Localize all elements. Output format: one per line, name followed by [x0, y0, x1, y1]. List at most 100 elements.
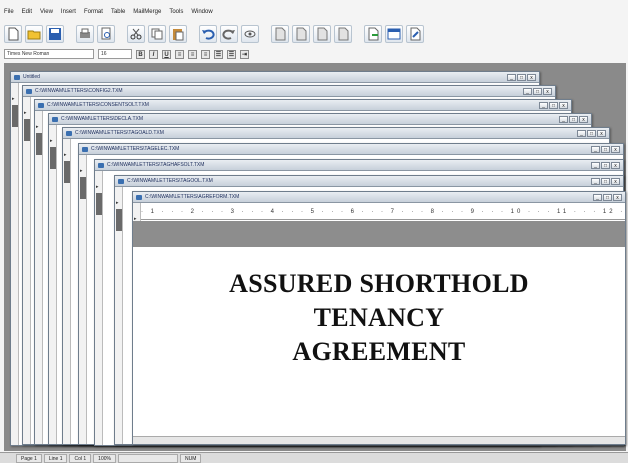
close-icon[interactable]: x — [543, 88, 552, 95]
document-heading-line-3: AGREEMENT — [292, 337, 466, 366]
minimize-icon[interactable]: _ — [559, 116, 568, 123]
window-title-bar[interactable]: C:\WINWAM\LETTERS\CONFIG2.TXM _ □ x — [23, 86, 555, 97]
menu-mailmerge[interactable]: MailMerge — [133, 6, 161, 18]
maximize-icon[interactable]: □ — [569, 116, 578, 123]
active-document-window[interactable]: C:\WINWAM\LETTERS\AGREFORM.TXM _ □ x ▸ · 1… — [132, 191, 626, 445]
minimize-icon[interactable]: _ — [591, 178, 600, 185]
bold-button[interactable]: B — [136, 49, 145, 59]
window-title-bar[interactable]: C:\WINWAM\LETTERS\TAGHAFSOLT.TXM _ □ x — [95, 160, 623, 171]
document-icon — [26, 89, 32, 94]
print-preview-icon[interactable] — [97, 25, 115, 43]
minimize-icon[interactable]: _ — [591, 162, 600, 169]
window-title: Untitled — [23, 74, 40, 80]
formatting-toolbar: Times New Roman 16 B I U ≡ ≡ ≡ ☰ ☰ ⇥ — [4, 47, 249, 61]
window-title-bar[interactable]: C:\WINWAM\LETTERS\CONSENTSOLT.TXM _ □ x — [35, 100, 571, 111]
save-icon[interactable] — [46, 25, 64, 43]
maximize-icon[interactable]: □ — [603, 194, 612, 201]
maximize-icon[interactable]: □ — [601, 178, 610, 185]
close-icon[interactable]: x — [559, 102, 568, 109]
document-heading-line-2: TENANCY — [313, 303, 445, 332]
window-title-bar[interactable]: C:\WINWAM\LETTERS\DECLA.TXM _ □ x — [49, 114, 591, 125]
window-title: C:\WINWAM\LETTERS\TAGHAFSOLT.TXM — [107, 162, 205, 168]
underline-button[interactable]: U — [162, 49, 171, 59]
menu-edit[interactable]: Edit — [22, 6, 32, 18]
maximize-icon[interactable]: □ — [549, 102, 558, 109]
window-title-bar[interactable]: C:\WINWAM\LETTERS\TAGOALD.TXM _ □ x — [63, 128, 609, 139]
close-icon[interactable]: x — [611, 178, 620, 185]
italic-button[interactable]: I — [149, 49, 158, 59]
redo-icon[interactable] — [220, 25, 238, 43]
menu-format[interactable]: Format — [84, 6, 103, 18]
print-icon[interactable] — [76, 25, 94, 43]
minimize-icon[interactable]: _ — [523, 88, 532, 95]
maximize-icon[interactable]: □ — [587, 130, 596, 137]
cut-icon[interactable] — [127, 25, 145, 43]
close-icon[interactable]: x — [597, 130, 606, 137]
align-right-icon[interactable]: ≡ — [201, 49, 210, 59]
document-page[interactable]: ASSURED SHORTHOLD TENANCY AGREEMENT — [133, 247, 625, 436]
word-processor-app: File Edit View Insert Format Table MailM… — [0, 0, 628, 463]
window-title: C:\WINWAM\LETTERS\TAGOOL.TXM — [127, 178, 213, 184]
menu-bar: File Edit View Insert Format Table MailM… — [4, 6, 213, 18]
bullet-list-icon[interactable]: ☰ — [227, 49, 236, 59]
maximize-icon[interactable]: □ — [601, 162, 610, 169]
page-icon[interactable] — [271, 25, 289, 43]
copy-icon[interactable] — [148, 25, 166, 43]
close-icon[interactable]: x — [527, 74, 536, 81]
edit-document-icon[interactable] — [406, 25, 424, 43]
new-document-icon[interactable] — [4, 25, 22, 43]
document-icon — [66, 131, 72, 136]
open-folder-icon[interactable] — [25, 25, 43, 43]
align-left-icon[interactable]: ≡ — [175, 49, 184, 59]
document-heading-line-1: ASSURED SHORTHOLD — [229, 269, 529, 298]
window-icon[interactable] — [385, 25, 403, 43]
window-title-bar[interactable]: C:\WINWAM\LETTERS\TAGOOL.TXM _ □ x — [115, 176, 623, 187]
align-center-icon[interactable]: ≡ — [188, 49, 197, 59]
maximize-icon[interactable]: □ — [533, 88, 542, 95]
close-icon[interactable]: x — [611, 162, 620, 169]
document-icon — [118, 179, 124, 184]
minimize-icon[interactable]: _ — [539, 102, 548, 109]
minimize-icon[interactable]: _ — [577, 130, 586, 137]
mdi-workspace: Untitled _ □ x ▸ C:\WINWAM\LETTERS\CONFIG2… — [4, 63, 626, 451]
status-page: Page 1 — [16, 454, 42, 463]
horizontal-scrollbar[interactable] — [133, 436, 625, 444]
menu-insert[interactable]: Insert — [61, 6, 76, 18]
page-icon[interactable] — [292, 25, 310, 43]
document-icon — [98, 163, 104, 168]
menu-window[interactable]: Window — [191, 6, 212, 18]
menu-tools[interactable]: Tools — [169, 6, 183, 18]
window-title-bar[interactable]: C:\WINWAM\LETTERS\TAGELEC.TXM _ □ x — [79, 144, 623, 155]
window-title-bar[interactable]: Untitled _ □ x — [11, 72, 539, 83]
close-icon[interactable]: x — [613, 194, 622, 201]
window-title: C:\WINWAM\LETTERS\TAGELEC.TXM — [91, 146, 180, 152]
menu-file[interactable]: File — [4, 6, 14, 18]
font-size-select[interactable]: 16 — [98, 49, 132, 59]
status-zoom: 100% — [93, 454, 116, 463]
window-title: C:\WINWAM\LETTERS\TAGOALD.TXM — [75, 130, 164, 136]
document-icon — [52, 117, 58, 122]
minimize-icon[interactable]: _ — [591, 146, 600, 153]
indent-icon[interactable]: ⇥ — [240, 49, 249, 59]
maximize-icon[interactable]: □ — [601, 146, 610, 153]
page-icon[interactable] — [334, 25, 352, 43]
minimize-icon[interactable]: _ — [507, 74, 516, 81]
maximize-icon[interactable]: □ — [517, 74, 526, 81]
font-name-select[interactable]: Times New Roman — [4, 49, 94, 59]
paste-icon[interactable] — [169, 25, 187, 43]
export-icon[interactable] — [364, 25, 382, 43]
page-icon[interactable] — [313, 25, 331, 43]
status-num-lock: NUM — [179, 454, 202, 463]
close-icon[interactable]: x — [611, 146, 620, 153]
window-title: C:\WINWAM\LETTERS\DECLA.TXM — [61, 116, 144, 122]
menu-table[interactable]: Table — [111, 6, 125, 18]
undo-icon[interactable] — [199, 25, 217, 43]
horizontal-ruler[interactable]: · 1 · · · 2 · · · 3 · · · 4 · · · 5 · · … — [141, 204, 625, 220]
document-icon — [38, 103, 44, 108]
menu-view[interactable]: View — [40, 6, 53, 18]
window-title-bar[interactable]: C:\WINWAM\LETTERS\AGREFORM.TXM _ □ x — [133, 192, 625, 203]
close-icon[interactable]: x — [579, 116, 588, 123]
spell-check-icon[interactable] — [241, 25, 259, 43]
numbered-list-icon[interactable]: ☰ — [214, 49, 223, 59]
minimize-icon[interactable]: _ — [593, 194, 602, 201]
